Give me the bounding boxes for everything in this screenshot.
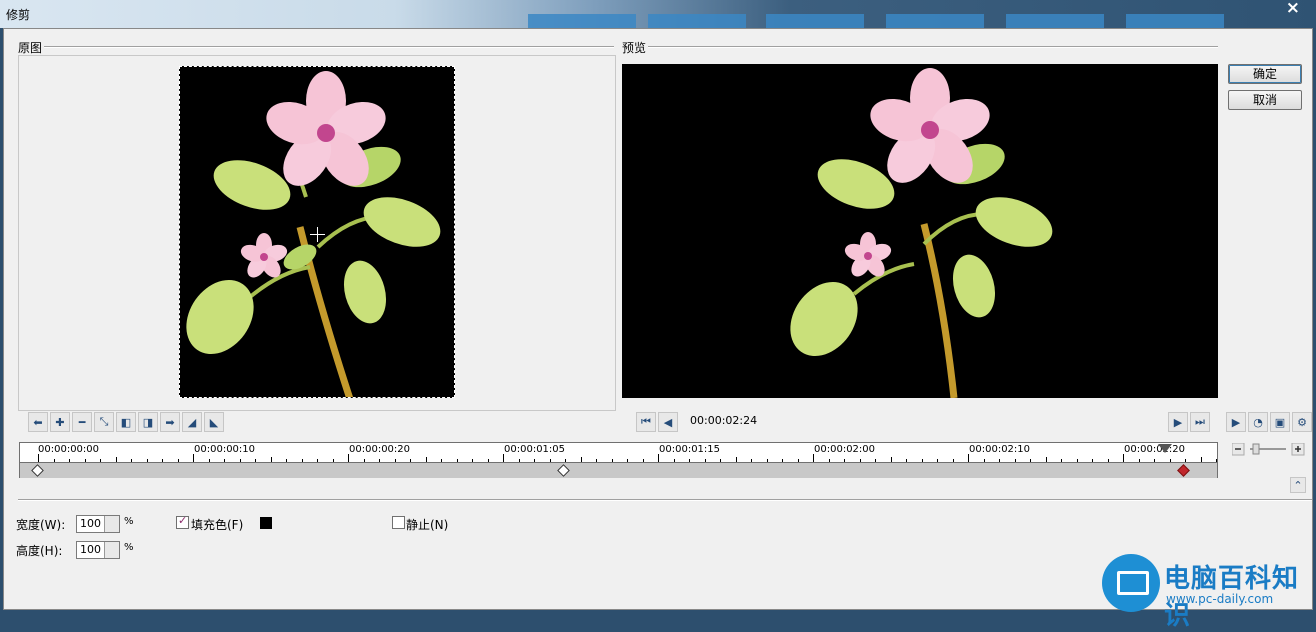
static-label: 静止(N): [406, 518, 449, 532]
trim-dialog: 修剪 × 原图 预览 确定 取消 ⬅ ✚ ━ ⤡ ◧ ◨ ➡ ◢ ◣ ⏮ ◀ 0…: [0, 0, 1316, 631]
keyframe-marker[interactable]: [557, 464, 570, 477]
plus-icon[interactable]: ✚: [50, 412, 70, 432]
settings-icon[interactable]: ⚙: [1292, 412, 1312, 432]
ruler-tick: [503, 454, 504, 462]
ruler-tick: [38, 454, 39, 462]
height-label: 高度(H):: [16, 544, 63, 558]
minus-icon[interactable]: ━: [72, 412, 92, 432]
tick-label: 00:00:02:20: [1124, 444, 1186, 455]
watermark-url: www.pc-daily.com: [1166, 592, 1274, 606]
flower-image: [790, 68, 1053, 398]
height-value: 100: [80, 543, 101, 556]
ruler-tick: [1123, 454, 1124, 462]
dialog-body: 原图 预览 确定 取消 ⬅ ✚ ━ ⤡ ◧ ◨ ➡ ◢ ◣ ⏮ ◀ 00:00:…: [3, 28, 1313, 610]
monitor-logo-icon: [1117, 571, 1149, 595]
monitor-icon[interactable]: ▣: [1270, 412, 1290, 432]
crosshair-icon: [310, 227, 325, 242]
keyframe-marker-active[interactable]: [1177, 464, 1190, 477]
playhead-icon[interactable]: [1158, 444, 1172, 453]
ruler-tick: [968, 454, 969, 462]
step-back-icon[interactable]: ◀: [658, 412, 678, 432]
width-unit: %: [124, 516, 134, 527]
fill-color-swatch[interactable]: [260, 517, 272, 529]
go-end-icon[interactable]: ⏭: [1190, 412, 1210, 432]
playback-controls-left: ⏮ ◀: [636, 412, 678, 432]
tick-label: 00:00:00:20: [349, 444, 411, 455]
height-spinner[interactable]: 100: [76, 541, 120, 559]
preview-label: 预览: [622, 41, 647, 55]
ruler-tick: [348, 454, 349, 462]
cancel-button[interactable]: 取消: [1228, 90, 1302, 110]
spinner-arrows-icon[interactable]: [104, 542, 119, 558]
fill-color-label: 填充色(F): [191, 518, 244, 532]
timecode: 00:00:02:24: [690, 414, 758, 427]
playback-controls-right: ▶ ⏭: [1168, 412, 1210, 432]
prev-keyframe-icon[interactable]: ◧: [116, 412, 136, 432]
ruler-tick: [813, 454, 814, 462]
fill-color-checkbox[interactable]: [176, 514, 189, 529]
flip-right-icon[interactable]: ◣: [204, 412, 224, 432]
arrow-back-icon[interactable]: ⬅: [28, 412, 48, 432]
tick-label: 00:00:01:05: [504, 444, 566, 455]
background-taskbar: [520, 14, 1240, 28]
timeline-ruler[interactable]: 00:00:00:00 00:00:00:10 00:00:00:20 00:0…: [19, 442, 1218, 478]
edit-toolbar: ⬅ ✚ ━ ⤡ ◧ ◨ ➡ ◢ ◣: [28, 412, 224, 432]
static-checkbox[interactable]: [392, 516, 405, 529]
close-icon[interactable]: ×: [1286, 0, 1300, 18]
width-spinner[interactable]: 100: [76, 515, 120, 533]
title-bar[interactable]: 修剪 ×: [0, 0, 1316, 28]
preview-image: [622, 64, 1218, 398]
preview-controls: ▶ ◔ ▣ ⚙: [1226, 412, 1312, 432]
zoom-controls-icon: [1231, 442, 1305, 456]
tick-label: 00:00:00:10: [194, 444, 256, 455]
zoom-slider[interactable]: [1231, 442, 1308, 457]
tick-label: 00:00:02:10: [969, 444, 1031, 455]
next-keyframe-icon[interactable]: ◨: [138, 412, 158, 432]
ruler-tick: [193, 454, 194, 462]
width-label: 宽度(W):: [16, 518, 66, 532]
fit-icon[interactable]: ⤡: [94, 412, 114, 432]
play-icon[interactable]: ▶: [1226, 412, 1246, 432]
tick-label: 00:00:02:00: [814, 444, 876, 455]
window-title: 修剪: [6, 8, 31, 22]
keyframe-marker[interactable]: [31, 464, 44, 477]
flip-left-icon[interactable]: ◢: [182, 412, 202, 432]
go-start-icon[interactable]: ⏮: [636, 412, 656, 432]
original-label: 原图: [18, 41, 43, 55]
ruler-tick: [658, 454, 659, 462]
collapse-up-icon[interactable]: ⌃: [1290, 477, 1306, 493]
keyframe-track[interactable]: [20, 462, 1217, 478]
step-forward-icon[interactable]: ▶: [1168, 412, 1188, 432]
original-image[interactable]: [179, 66, 455, 398]
tick-label: 00:00:01:15: [659, 444, 721, 455]
tick-label: 00:00:00:00: [38, 444, 100, 455]
original-panel: [18, 55, 616, 411]
timeline-scale: 00:00:00:00 00:00:00:10 00:00:00:20 00:0…: [20, 443, 1217, 462]
ok-button[interactable]: 确定: [1228, 64, 1302, 84]
speed-icon[interactable]: ◔: [1248, 412, 1268, 432]
spinner-arrows-icon[interactable]: [104, 516, 119, 532]
height-unit: %: [124, 542, 134, 553]
width-value: 100: [80, 517, 101, 530]
arrow-forward-icon[interactable]: ➡: [160, 412, 180, 432]
watermark-logo: 电脑百科知识 www.pc-daily.com: [1102, 554, 1316, 631]
